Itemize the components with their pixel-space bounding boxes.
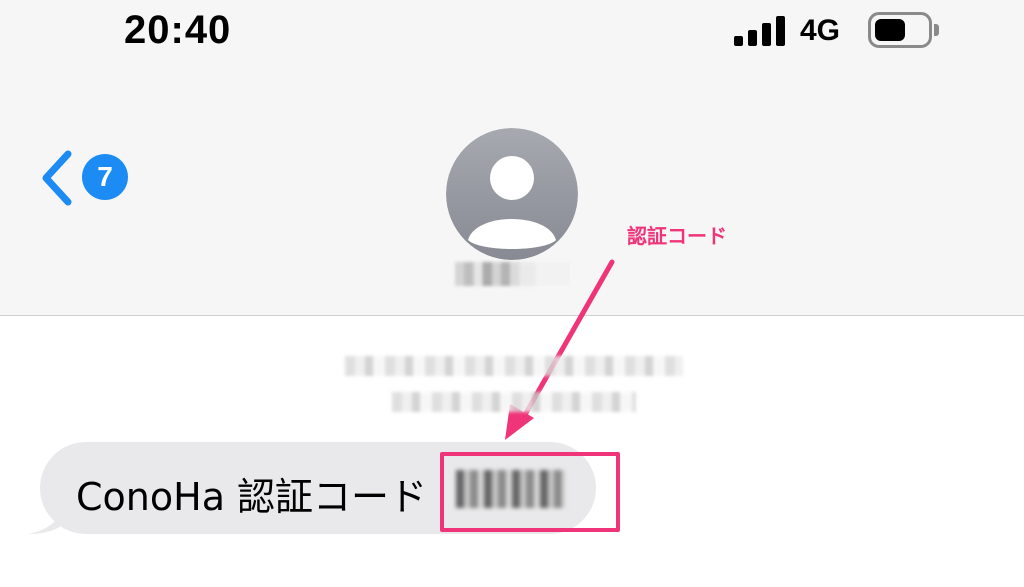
- message-time-redacted: [392, 392, 636, 412]
- messages-screen: 20:40 4G 7 認証コード ConoHa 認証コード: [0, 0, 1024, 587]
- conversation-header: 20:40 4G 7: [0, 0, 1024, 316]
- network-type: 4G: [800, 14, 841, 47]
- message-text: ConoHa 認証コード: [76, 475, 428, 519]
- battery-icon: [868, 12, 940, 48]
- annotation-highlight-box: [440, 452, 620, 532]
- status-time: 20:40: [124, 8, 232, 52]
- chevron-left-icon: [42, 150, 72, 206]
- annotation-label: 認証コード: [627, 224, 727, 248]
- person-placeholder-icon: [446, 128, 578, 260]
- unread-count-badge: 7: [82, 154, 128, 200]
- contact-name-redacted[interactable]: [455, 262, 570, 286]
- back-button[interactable]: 7: [38, 148, 130, 208]
- message-date-redacted: [345, 356, 683, 376]
- signal-bars-icon: [734, 16, 786, 46]
- contact-avatar[interactable]: [446, 128, 578, 260]
